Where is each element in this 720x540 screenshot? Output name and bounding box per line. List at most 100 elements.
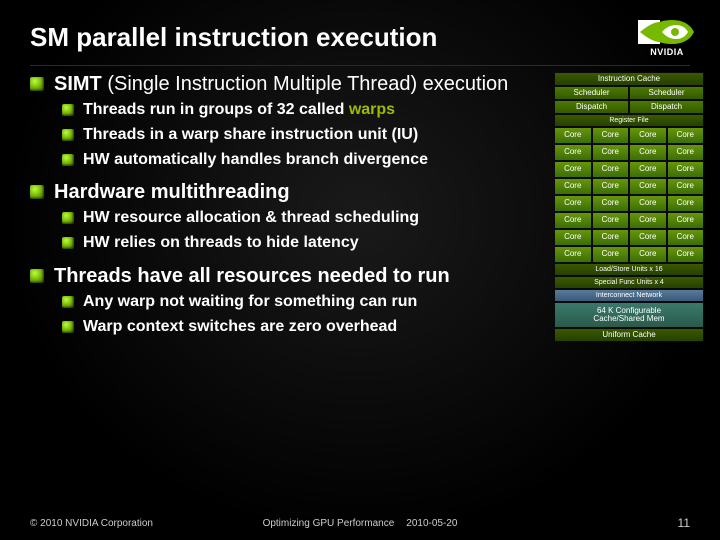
diagram-cell: Core	[554, 229, 592, 246]
footer: © 2010 NVIDIA Corporation Optimizing GPU…	[0, 516, 720, 530]
diagram-cell: Core	[667, 246, 705, 263]
diagram-row: CoreCoreCoreCore	[554, 144, 704, 161]
bullet-level-1: Hardware multithreading	[30, 180, 542, 204]
diagram-cell: Core	[667, 127, 705, 144]
bullet-text: Threads have all resources needed to run	[54, 264, 450, 288]
diagram-cell: Special Func Units x 4	[554, 276, 704, 289]
diagram-row: Interconnect Network	[554, 289, 704, 302]
copyright: © 2010 NVIDIA Corporation	[30, 518, 153, 529]
diagram-cell: Core	[629, 195, 667, 212]
bullet-level-2: Any warp not waiting for something can r…	[62, 292, 542, 313]
diagram-row: Special Func Units x 4	[554, 276, 704, 289]
diagram-cell: Scheduler	[629, 86, 704, 100]
slide-title: SM parallel instruction execution	[30, 22, 437, 53]
bullet-text: Threads in a warp share instruction unit…	[83, 125, 418, 146]
bullet-text: HW relies on threads to hide latency	[83, 233, 359, 254]
diagram-cell: Core	[554, 246, 592, 263]
bullet-level-1: Threads have all resources needed to run	[30, 264, 542, 288]
diagram-cell: Instruction Cache	[554, 72, 704, 86]
bullet-icon	[30, 77, 44, 91]
bullet-level-1: SIMT (Single Instruction Multiple Thread…	[30, 72, 542, 96]
diagram-cell: Dispatch	[629, 100, 704, 114]
diagram-cell: Uniform Cache	[554, 328, 704, 342]
diagram-cell: Core	[592, 178, 630, 195]
diagram-cell: Core	[554, 144, 592, 161]
diagram-cell: Core	[629, 161, 667, 178]
diagram-cell: Core	[554, 161, 592, 178]
diagram-row: 64 K Configurable Cache/Shared Mem	[554, 302, 704, 328]
diagram-cell: Register File	[554, 114, 704, 127]
bullet-text: HW resource allocation & thread scheduli…	[83, 208, 419, 229]
diagram-cell: Scheduler	[554, 86, 629, 100]
diagram-cell: Core	[554, 127, 592, 144]
diagram-cell: 64 K Configurable Cache/Shared Mem	[554, 302, 704, 328]
content-column: SIMT (Single Instruction Multiple Thread…	[30, 72, 554, 348]
diagram-cell: Core	[667, 144, 705, 161]
diagram-cell: Core	[554, 212, 592, 229]
bullet-level-2: Warp context switches are zero overhead	[62, 317, 542, 338]
diagram-cell: Core	[592, 195, 630, 212]
diagram-row: CoreCoreCoreCore	[554, 229, 704, 246]
diagram-cell: Core	[629, 178, 667, 195]
header: SM parallel instruction execution NVIDIA	[0, 0, 720, 65]
footer-title: Optimizing GPU Performance	[263, 518, 395, 529]
bullet-icon	[62, 129, 74, 141]
diagram-cell: Core	[629, 246, 667, 263]
bullet-icon	[30, 185, 44, 199]
diagram-cell: Core	[554, 195, 592, 212]
bullet-level-2: Threads run in groups of 32 called warps	[62, 100, 542, 121]
diagram-cell: Core	[629, 212, 667, 229]
nvidia-logo-text: NVIDIA	[650, 47, 684, 57]
diagram-cell: Core	[629, 144, 667, 161]
diagram-row: Register File	[554, 114, 704, 127]
diagram-cell: Load/Store Units x 16	[554, 263, 704, 276]
bullet-text: HW automatically handles branch divergen…	[83, 150, 428, 171]
bullet-icon	[62, 104, 74, 116]
divider	[30, 65, 690, 66]
footer-center: Optimizing GPU Performance 2010-05-20	[263, 518, 458, 529]
diagram-cell: Core	[667, 178, 705, 195]
diagram-cell: Core	[667, 161, 705, 178]
bullet-icon	[62, 212, 74, 224]
diagram-row: CoreCoreCoreCore	[554, 161, 704, 178]
diagram-row: CoreCoreCoreCore	[554, 127, 704, 144]
bullet-text: SIMT (Single Instruction Multiple Thread…	[54, 72, 508, 96]
diagram-cell: Core	[554, 178, 592, 195]
diagram-cell: Core	[592, 246, 630, 263]
diagram-cell: Core	[667, 229, 705, 246]
bullet-text: Any warp not waiting for something can r…	[83, 292, 417, 313]
diagram-row: CoreCoreCoreCore	[554, 178, 704, 195]
diagram-cell: Core	[629, 127, 667, 144]
page-number: 11	[678, 516, 690, 530]
diagram-row: SchedulerScheduler	[554, 86, 704, 100]
diagram-cell: Core	[592, 229, 630, 246]
diagram-cell: Dispatch	[554, 100, 629, 114]
diagram-row: DispatchDispatch	[554, 100, 704, 114]
nvidia-eye-icon	[638, 18, 696, 46]
diagram-cell: Core	[667, 212, 705, 229]
diagram-cell: Core	[592, 144, 630, 161]
diagram-cell: Core	[629, 229, 667, 246]
bullet-text: Threads run in groups of 32 called warps	[83, 100, 395, 121]
bullet-icon	[62, 296, 74, 308]
bullet-icon	[62, 154, 74, 166]
bullet-text: Hardware multithreading	[54, 180, 290, 204]
bullet-icon	[62, 237, 74, 249]
sm-diagram: Instruction CacheSchedulerSchedulerDispa…	[554, 72, 704, 348]
diagram-row: CoreCoreCoreCore	[554, 246, 704, 263]
bullet-level-2: HW resource allocation & thread scheduli…	[62, 208, 542, 229]
bullet-icon	[62, 321, 74, 333]
diagram-cell: Core	[592, 127, 630, 144]
diagram-row: CoreCoreCoreCore	[554, 195, 704, 212]
bullet-level-2: Threads in a warp share instruction unit…	[62, 125, 542, 146]
diagram-cell: Interconnect Network	[554, 289, 704, 302]
bullet-level-2: HW automatically handles branch divergen…	[62, 150, 542, 171]
body: SIMT (Single Instruction Multiple Thread…	[0, 72, 720, 348]
bullet-text: Warp context switches are zero overhead	[83, 317, 397, 338]
bullet-level-2: HW relies on threads to hide latency	[62, 233, 542, 254]
bullet-icon	[30, 269, 44, 283]
diagram-cell: Core	[592, 212, 630, 229]
diagram-row: Load/Store Units x 16	[554, 263, 704, 276]
diagram-cell: Core	[667, 195, 705, 212]
diagram-row: Instruction Cache	[554, 72, 704, 86]
